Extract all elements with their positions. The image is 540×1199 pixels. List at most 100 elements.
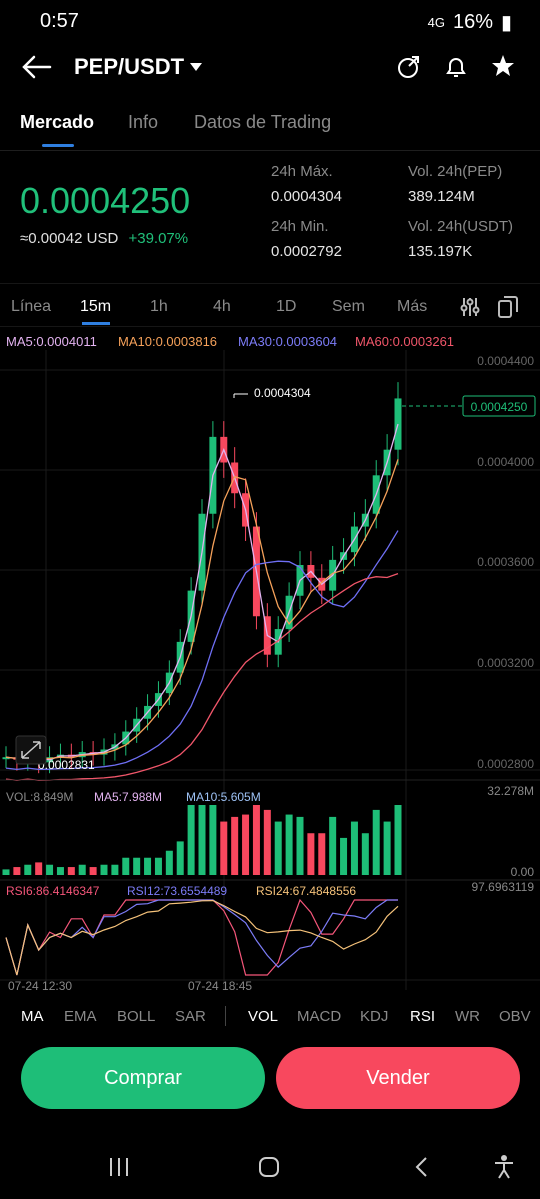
approx-usd: ≈0.00042 USD — [20, 230, 119, 247]
buy-button[interactable]: Comprar — [21, 1047, 265, 1109]
y-tick-3: 0.0003200 — [477, 656, 534, 670]
high-marker: 0.0004304 — [254, 386, 311, 400]
timeframe-bar: Línea 15m 1h 4h 1D Sem Más — [0, 283, 540, 327]
ind-obv[interactable]: OBV — [499, 1008, 531, 1025]
price-change: +39.07% — [128, 230, 189, 247]
active-tf-indicator — [82, 322, 110, 325]
tab-mercado[interactable]: Mercado — [20, 112, 94, 133]
status-bar: 0:57 4G 16% ▮ — [0, 0, 540, 44]
ma5-label: MA5:0.0004011 — [6, 334, 97, 349]
volume-bar — [165, 850, 173, 875]
indicator-bar: MA EMA BOLL SAR VOL MACD KDJ RSI WR OBV — [0, 1000, 540, 1034]
tf-15m[interactable]: 15m — [80, 298, 111, 316]
volume-bar — [350, 821, 358, 875]
high-value: 0.0004304 — [271, 188, 342, 205]
tf-4h[interactable]: 4h — [213, 298, 231, 316]
back-icon[interactable] — [412, 1156, 432, 1178]
volume-bar — [274, 821, 282, 875]
ind-vol[interactable]: VOL — [248, 1008, 278, 1025]
accessibility-icon[interactable] — [492, 1154, 516, 1180]
ind-sar[interactable]: SAR — [175, 1008, 206, 1025]
copy-icon[interactable] — [497, 295, 519, 319]
expand-icon[interactable] — [15, 735, 47, 765]
volume-bar — [144, 857, 152, 875]
share-icon[interactable] — [396, 54, 422, 80]
vol-label: VOL:8.849M — [6, 790, 73, 804]
ind-boll[interactable]: BOLL — [117, 1008, 155, 1025]
recent-apps-icon[interactable] — [108, 1156, 132, 1178]
volume-bar — [2, 869, 10, 875]
ind-macd[interactable]: MACD — [297, 1008, 341, 1025]
active-tab-indicator — [42, 144, 74, 147]
high-label: 24h Máx. — [271, 163, 333, 180]
ind-wr[interactable]: WR — [455, 1008, 480, 1025]
volume-bar — [231, 816, 239, 875]
battery-percent: 16% — [452, 11, 493, 33]
bell-icon[interactable] — [443, 54, 469, 80]
dropdown-caret-icon[interactable] — [189, 62, 203, 72]
back-arrow-icon[interactable] — [20, 54, 52, 80]
tf-mas[interactable]: Más — [397, 298, 427, 316]
volume-bar — [56, 867, 64, 875]
volume-bar — [176, 841, 184, 875]
volume-bar — [35, 862, 43, 875]
rsi6-label: RSI6:86.4146347 — [6, 884, 100, 898]
volume-bar — [89, 867, 97, 875]
vol-ma10-label: MA10:5.605M — [186, 790, 261, 804]
volume-bar — [329, 816, 337, 875]
tf-1d[interactable]: 1D — [276, 298, 296, 316]
favorite-star-icon[interactable] — [490, 53, 516, 79]
rsi-line-2 — [5, 899, 399, 976]
vol-base-label: Vol. 24h(PEP) — [408, 163, 503, 180]
tab-datos-trading[interactable]: Datos de Trading — [194, 112, 331, 133]
volume-bars — [2, 805, 402, 875]
ind-ema[interactable]: EMA — [64, 1008, 97, 1025]
home-icon[interactable] — [257, 1156, 281, 1178]
ind-rsi[interactable]: RSI — [410, 1008, 435, 1025]
volume-bar — [46, 864, 54, 875]
candle-body — [394, 398, 402, 450]
vol-ma5-label: MA5:7.988M — [94, 790, 162, 804]
ma-lines-group — [5, 423, 399, 781]
rsi-line-0 — [5, 898, 398, 976]
y-tick-0: 0.0004400 — [477, 354, 534, 368]
main-tabs: Mercado Info Datos de Trading — [0, 104, 540, 151]
x-tick-0: 07-24 12:30 — [8, 979, 72, 990]
tf-linea[interactable]: Línea — [11, 298, 51, 316]
volume-bar — [198, 805, 206, 875]
price-chart[interactable]: 0.0004400 0.0004000 0.0003600 0.0003200 … — [0, 350, 540, 990]
rsi-lines — [5, 898, 399, 976]
low-label: 24h Min. — [271, 218, 329, 235]
tf-sem[interactable]: Sem — [332, 298, 365, 316]
ma60-label: MA60:0.0003261 — [355, 334, 455, 349]
indicator-divider — [225, 1006, 226, 1026]
volume-bar — [100, 864, 108, 875]
y-tick-2: 0.0003600 — [477, 555, 534, 569]
tf-1h[interactable]: 1h — [150, 298, 168, 316]
volume-bar — [307, 833, 315, 875]
system-nav-bar — [0, 1140, 540, 1196]
volume-bar — [296, 816, 304, 875]
header: PEP/USDT — [0, 44, 540, 94]
battery-icon: ▮ — [500, 12, 512, 34]
x-tick-1: 07-24 18:45 — [188, 979, 252, 990]
y-tick-4: 0.0002800 — [477, 757, 534, 771]
candles-group — [2, 382, 402, 774]
tab-info[interactable]: Info — [128, 112, 158, 133]
indicator-settings-icon[interactable] — [459, 296, 481, 318]
y-tick-1: 0.0004000 — [477, 455, 534, 469]
vol-quote-value: 135.197K — [408, 243, 473, 260]
last-price-tag: 0.0004250 — [471, 400, 528, 414]
volume-bar — [209, 805, 217, 875]
pair-title[interactable]: PEP/USDT — [74, 54, 184, 80]
status-time: 0:57 — [40, 10, 79, 32]
ind-ma[interactable]: MA — [21, 1008, 44, 1025]
volume-bar — [78, 864, 86, 875]
volume-bar — [13, 867, 21, 875]
sell-button[interactable]: Vender — [276, 1047, 520, 1109]
rsi-max: 97.6963119 — [471, 880, 534, 894]
ind-kdj[interactable]: KDJ — [360, 1008, 388, 1025]
rsi-line-1 — [5, 899, 398, 976]
volume-bar — [361, 833, 369, 875]
vol-quote-label: Vol. 24h(USDT) — [408, 218, 514, 235]
